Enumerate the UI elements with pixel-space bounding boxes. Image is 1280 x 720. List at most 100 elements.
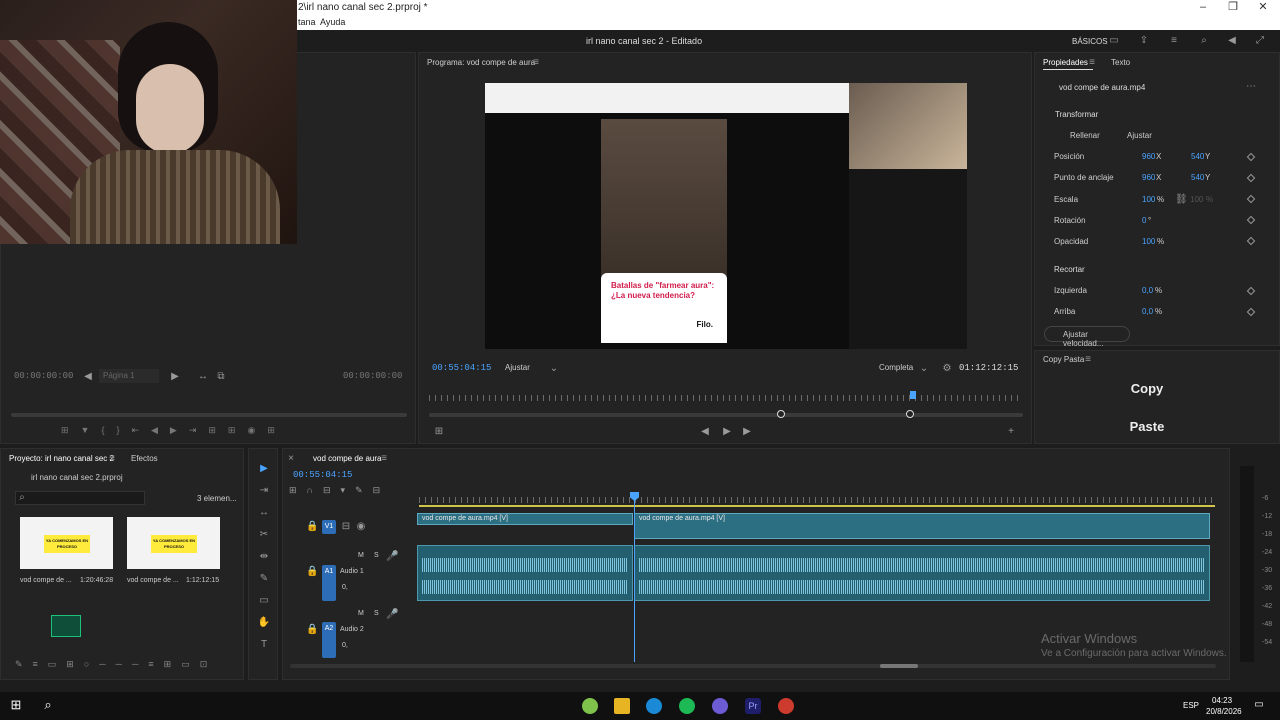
fullscreen-icon[interactable]: ⤢ bbox=[1254, 35, 1266, 47]
slip-icon[interactable]: ⇹ bbox=[257, 551, 271, 563]
mic-icon[interactable]: 🎤 bbox=[386, 609, 398, 621]
track-select-icon[interactable]: ⇥ bbox=[257, 485, 271, 497]
insert-icon[interactable]: ↔ bbox=[197, 371, 209, 383]
prop-anchor-x[interactable]: 960 bbox=[1142, 173, 1155, 182]
clock-time[interactable]: 04:23 bbox=[1212, 696, 1232, 705]
next-icon[interactable]: ▶ bbox=[169, 371, 181, 383]
language-indicator[interactable]: ESP bbox=[1183, 701, 1199, 710]
zoom-handle-left[interactable] bbox=[777, 410, 785, 418]
prop-position-x[interactable]: 960 bbox=[1142, 152, 1155, 161]
export-icon[interactable]: ⇪ bbox=[1138, 35, 1150, 47]
prop-position-y[interactable]: 540 bbox=[1191, 152, 1204, 161]
lock-icon[interactable]: 🔒 bbox=[306, 624, 318, 636]
track-a1-label[interactable]: A1 bbox=[322, 565, 336, 601]
notifications-icon[interactable]: ▭ bbox=[1252, 699, 1266, 711]
prop-opacity-value[interactable]: 100 bbox=[1142, 237, 1155, 246]
playhead[interactable] bbox=[910, 391, 916, 399]
folder-icon[interactable] bbox=[614, 698, 630, 714]
section-crop[interactable]: Recortar bbox=[1054, 265, 1085, 274]
selection-tool-icon[interactable]: ▶ bbox=[257, 463, 271, 475]
eye-icon[interactable]: ◉ bbox=[355, 521, 367, 533]
prop-rotation-value[interactable]: 0 bbox=[1142, 216, 1146, 225]
adjust-speed-button[interactable]: Ajustar velocidad... bbox=[1044, 326, 1130, 348]
panel-menu-icon[interactable]: ≡ bbox=[1083, 354, 1093, 366]
timeline-playhead[interactable] bbox=[634, 492, 635, 662]
more-icon[interactable]: ⋯ bbox=[1245, 81, 1257, 93]
menu-icon[interactable]: ≡ bbox=[1168, 35, 1180, 47]
tab-menu-icon[interactable]: ≡ bbox=[379, 453, 389, 465]
source-transport[interactable]: ⊞▼{}⇤◀▶⇥⊞⊞◉⊞ bbox=[61, 425, 401, 439]
tab-text[interactable]: Texto bbox=[1111, 58, 1130, 67]
work-area-bar[interactable] bbox=[419, 505, 1215, 507]
project-thumb[interactable]: YA COMENZAMOS EN PROCESO bbox=[20, 517, 113, 569]
close-button[interactable]: ✕ bbox=[1248, 0, 1278, 16]
audio-clip[interactable] bbox=[634, 545, 1210, 601]
spotify-icon[interactable] bbox=[679, 698, 695, 714]
clock-date[interactable]: 20/8/2026 bbox=[1206, 707, 1242, 716]
search-icon[interactable]: ⌕ bbox=[1198, 35, 1210, 47]
lock-icon[interactable]: 🔒 bbox=[306, 566, 318, 578]
prop-crop-left-value[interactable]: 0,0 bbox=[1142, 286, 1153, 295]
app-icon[interactable] bbox=[778, 698, 794, 714]
audio1-volume[interactable]: 0, bbox=[342, 584, 348, 591]
solo-button[interactable]: S bbox=[374, 552, 379, 559]
discord-icon[interactable] bbox=[712, 698, 728, 714]
pen-icon[interactable]: ✎ bbox=[257, 573, 271, 585]
razor-icon[interactable]: ✂ bbox=[257, 529, 271, 541]
app-icon[interactable] bbox=[582, 698, 598, 714]
paste-button[interactable]: Paste bbox=[1035, 409, 1259, 445]
project-search-input[interactable] bbox=[15, 491, 145, 505]
wrench-icon[interactable]: ⚙ bbox=[941, 363, 953, 375]
video-clip[interactable]: vod compe de aura.mp4 [V] bbox=[417, 513, 633, 525]
copy-button[interactable]: Copy bbox=[1035, 371, 1259, 407]
prev-icon[interactable]: ◀ bbox=[83, 371, 93, 383]
prop-crop-top-value[interactable]: 0,0 bbox=[1142, 307, 1153, 316]
tab-properties[interactable]: Propiedades bbox=[1043, 58, 1088, 67]
prop-anchor-y[interactable]: 540 bbox=[1191, 173, 1204, 182]
type-icon[interactable]: T bbox=[257, 639, 271, 651]
play-icon[interactable]: ▶ bbox=[721, 426, 733, 438]
settings-icon[interactable]: ⊞ bbox=[433, 426, 445, 438]
project-thumb[interactable]: YA COMENZAMOS EN PROCESO bbox=[127, 517, 220, 569]
minimize-button[interactable]: – bbox=[1188, 0, 1218, 16]
tab-menu-icon[interactable]: ≡ bbox=[1087, 57, 1097, 69]
close-icon[interactable]: × bbox=[287, 453, 295, 465]
sequence-tab[interactable]: vod compe de aura bbox=[313, 454, 382, 463]
mute-button[interactable]: M bbox=[358, 610, 364, 617]
menu-help[interactable]: Ayuda bbox=[320, 17, 345, 27]
audio-thumb[interactable] bbox=[51, 615, 81, 637]
program-scrubber[interactable] bbox=[429, 413, 1023, 417]
tab-project[interactable]: Proyecto: irl nano canal sec 2 bbox=[9, 454, 114, 463]
menu-window[interactable]: tana bbox=[298, 17, 316, 27]
step-back-icon[interactable]: ◀ bbox=[699, 426, 711, 438]
link-icon[interactable]: ⛓ bbox=[1175, 194, 1188, 206]
hand-icon[interactable]: ✋ bbox=[257, 617, 271, 629]
premiere-icon[interactable]: Pr bbox=[745, 698, 761, 714]
solo-button[interactable]: S bbox=[374, 610, 379, 617]
mute-button[interactable]: M bbox=[358, 552, 364, 559]
step-forward-icon[interactable]: ▶ bbox=[741, 426, 753, 438]
rectangle-icon[interactable]: ▭ bbox=[257, 595, 271, 607]
fill-button[interactable]: Rellenar bbox=[1070, 131, 1100, 140]
program-menu-icon[interactable]: ≡ bbox=[531, 57, 541, 69]
timeline-toolbar[interactable]: ⊞∩⊟▾✎⊟ bbox=[289, 485, 415, 499]
overwrite-icon[interactable]: ⧉ bbox=[215, 371, 227, 383]
search-icon[interactable]: ⌕ bbox=[40, 698, 56, 711]
ripple-edit-icon[interactable]: ↔ bbox=[257, 507, 271, 519]
lock-icon[interactable]: 🔒 bbox=[306, 521, 318, 533]
audio2-volume[interactable]: 0, bbox=[342, 642, 348, 649]
prop-scale-x[interactable]: 100 bbox=[1142, 195, 1155, 204]
browser-icon[interactable] bbox=[646, 698, 662, 714]
page-select[interactable]: Página 1 bbox=[99, 369, 159, 383]
windows-start-icon[interactable]: ⊞ bbox=[8, 698, 24, 711]
timeline-scrollbar[interactable] bbox=[290, 664, 1216, 668]
tab-menu-icon[interactable]: ≡ bbox=[107, 453, 117, 465]
track-a2-label[interactable]: A2 bbox=[322, 622, 336, 658]
panel-icon[interactable]: ▭ bbox=[1108, 35, 1120, 47]
audio-clip[interactable] bbox=[417, 545, 633, 601]
add-button-icon[interactable]: + bbox=[1005, 426, 1017, 438]
zoom-handle-right[interactable] bbox=[906, 410, 914, 418]
scrollbar-thumb[interactable] bbox=[880, 664, 918, 668]
maximize-button[interactable]: ❐ bbox=[1218, 0, 1248, 16]
volume-icon[interactable]: ◀ bbox=[1226, 35, 1238, 47]
